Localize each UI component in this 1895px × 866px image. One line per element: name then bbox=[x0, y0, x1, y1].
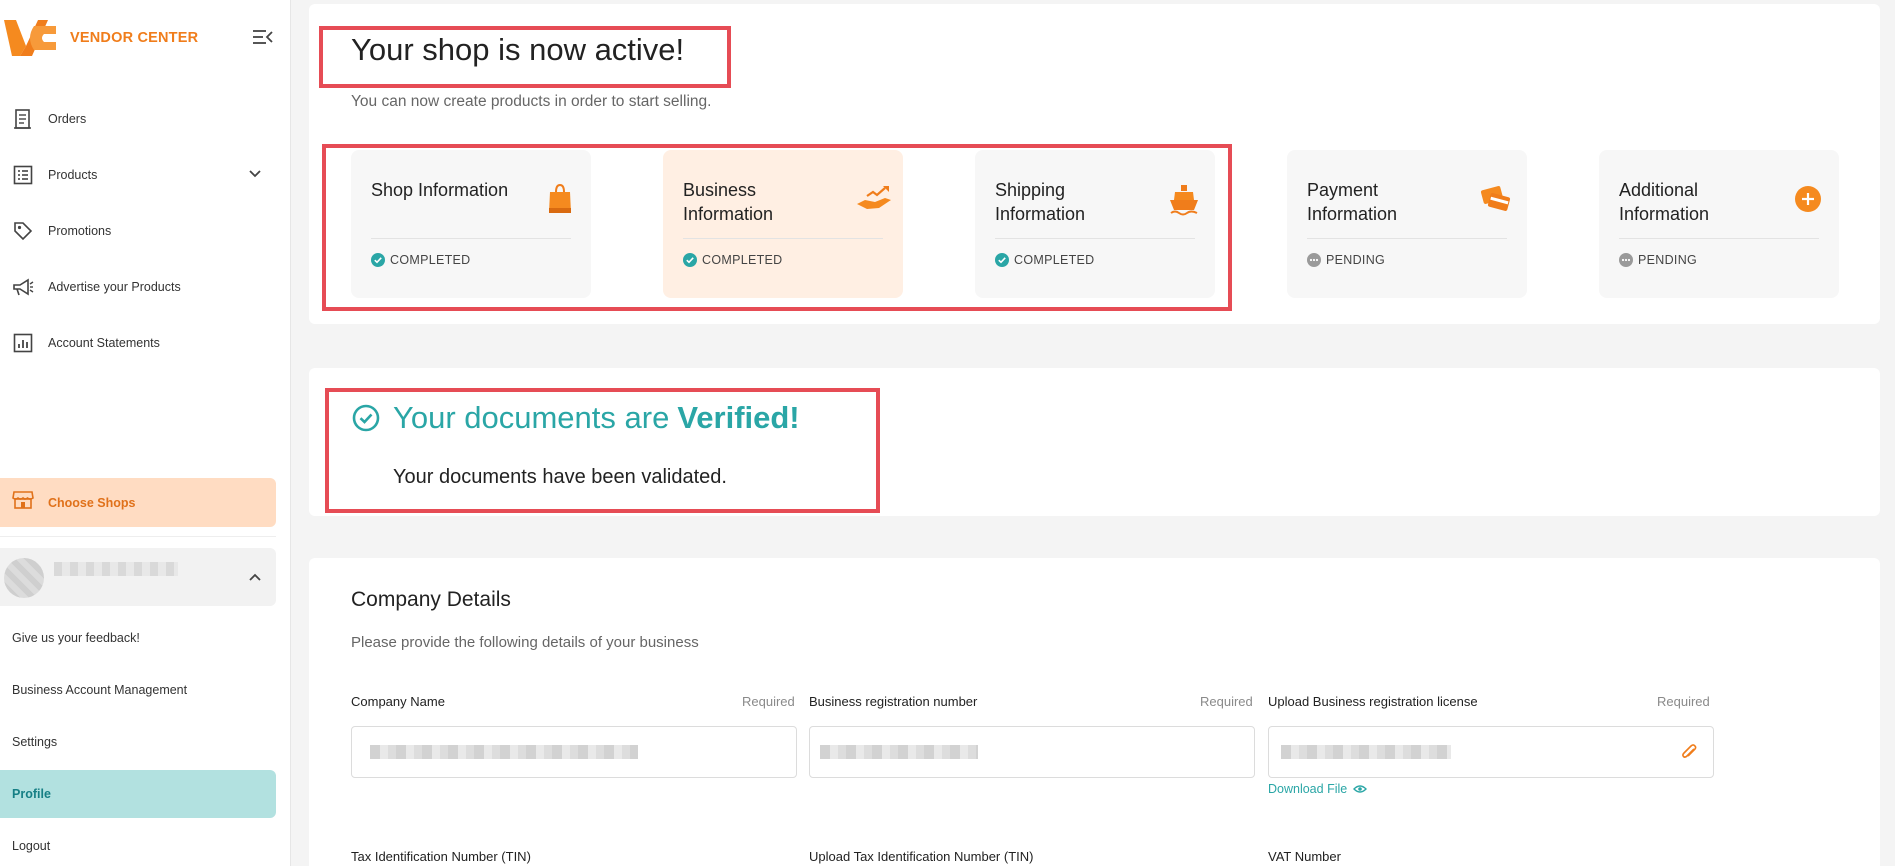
chevron-up-icon[interactable] bbox=[248, 570, 262, 584]
status-text: PENDING bbox=[1326, 253, 1386, 267]
status-badge: COMPLETED bbox=[683, 253, 783, 267]
tag-icon bbox=[12, 220, 34, 242]
card-shop-information[interactable]: Shop Information COMPLETED bbox=[351, 150, 591, 298]
account-switcher[interactable] bbox=[0, 548, 276, 606]
sidebar-item-label: Account Statements bbox=[48, 336, 160, 350]
sidebar-item-label: Promotions bbox=[48, 224, 112, 238]
required-label: Required bbox=[1657, 694, 1710, 709]
sidebar-item-promotions[interactable]: Promotions bbox=[0, 209, 291, 253]
sidebar-item-account-statements[interactable]: Account Statements bbox=[0, 321, 291, 365]
paperclip-icon[interactable] bbox=[1679, 743, 1699, 763]
chevron-down-icon[interactable] bbox=[248, 167, 262, 181]
choose-shops-label: Choose Shops bbox=[48, 495, 136, 510]
sidebar-item-advertise[interactable]: Advertise your Products bbox=[0, 265, 291, 309]
page-subtitle: You can now create products in order to … bbox=[351, 93, 712, 110]
card-divider bbox=[995, 238, 1195, 239]
status-badge: COMPLETED bbox=[371, 253, 471, 267]
required-label: Required bbox=[742, 694, 795, 709]
card-divider bbox=[371, 238, 571, 239]
card-title: Shipping Information bbox=[995, 180, 1086, 224]
account-name-redacted bbox=[54, 562, 178, 576]
page-title: Your shop is now active! bbox=[351, 32, 685, 67]
statement-icon bbox=[12, 332, 34, 354]
brand[interactable]: VENDOR CENTER bbox=[4, 18, 198, 58]
store-icon bbox=[12, 490, 34, 515]
logout-link[interactable]: Logout bbox=[0, 822, 276, 866]
card-business-information[interactable]: Business Information COMPLETED bbox=[663, 150, 903, 298]
check-circle-outline-icon bbox=[352, 404, 380, 432]
redacted-value bbox=[820, 745, 978, 759]
avatar bbox=[4, 558, 44, 598]
verification-subtitle: Your documents have been validated. bbox=[393, 466, 727, 488]
status-text: PENDING bbox=[1638, 253, 1698, 267]
card-title: Business Information bbox=[683, 180, 774, 224]
eye-icon bbox=[1353, 785, 1368, 793]
plus-circle-icon[interactable] bbox=[1791, 182, 1825, 216]
business-registration-number-label: Business registration number bbox=[809, 694, 978, 709]
business-account-management-link[interactable]: Business Account Management bbox=[0, 666, 276, 714]
pending-circle-icon bbox=[1619, 253, 1633, 267]
verification-title-prefix: Your documents are bbox=[393, 400, 670, 435]
sidebar: VENDOR CENTER Orders Products Promotions… bbox=[0, 0, 291, 866]
profile-link[interactable]: Profile bbox=[0, 770, 276, 818]
card-divider bbox=[683, 238, 883, 239]
card-title: Additional Information bbox=[1619, 180, 1710, 224]
vendor-center-logo-icon bbox=[4, 20, 56, 56]
check-circle-icon bbox=[371, 253, 385, 267]
check-circle-icon bbox=[995, 253, 1009, 267]
check-circle-icon bbox=[683, 253, 697, 267]
settings-link[interactable]: Settings bbox=[0, 718, 276, 766]
status-text: COMPLETED bbox=[1014, 253, 1095, 267]
verification-title: Your documents are Verified! bbox=[351, 400, 800, 436]
status-text: COMPLETED bbox=[702, 253, 783, 267]
list-icon bbox=[12, 164, 34, 186]
business-registration-number-input[interactable] bbox=[809, 726, 1255, 778]
company-details-panel bbox=[309, 558, 1880, 866]
status-text: COMPLETED bbox=[390, 253, 471, 267]
card-additional-information[interactable]: Additional Information PENDING bbox=[1599, 150, 1839, 298]
sidebar-item-label: Advertise your Products bbox=[48, 280, 181, 294]
company-name-label: Company Name bbox=[351, 694, 445, 709]
company-name-input[interactable] bbox=[351, 726, 797, 778]
brand-name: VENDOR CENTER bbox=[70, 30, 199, 46]
section-subtitle: Please provide the following details of … bbox=[351, 634, 699, 651]
redacted-value bbox=[370, 745, 638, 759]
handshake-icon bbox=[857, 186, 891, 209]
card-divider bbox=[1307, 238, 1507, 239]
sidebar-item-label: Products bbox=[48, 168, 98, 182]
registration-license-upload[interactable] bbox=[1268, 726, 1714, 778]
required-label: Required bbox=[1200, 694, 1253, 709]
sidebar-item-label: Orders bbox=[48, 112, 87, 126]
sidebar-item-orders[interactable]: Orders bbox=[0, 97, 291, 141]
payment-cards-icon bbox=[1480, 186, 1511, 211]
registration-license-label: Upload Business registration license bbox=[1268, 694, 1478, 709]
shopping-bag-icon bbox=[549, 183, 571, 213]
sidebar-item-products[interactable]: Products bbox=[0, 153, 291, 197]
sidebar-divider bbox=[0, 536, 276, 537]
card-payment-information[interactable]: Payment Information PENDING bbox=[1287, 150, 1527, 298]
tin-upload-label: Upload Tax Identification Number (TIN) bbox=[809, 849, 1034, 864]
verification-title-strong: Verified! bbox=[677, 400, 800, 435]
card-shipping-information[interactable]: Shipping Information COMPLETED bbox=[975, 150, 1215, 298]
status-badge: PENDING bbox=[1307, 253, 1385, 267]
receipt-icon bbox=[12, 108, 34, 130]
card-divider bbox=[1619, 238, 1819, 239]
section-title: Company Details bbox=[351, 588, 511, 611]
redacted-value bbox=[1281, 745, 1451, 759]
ship-icon bbox=[1170, 185, 1198, 216]
download-file-label: Download File bbox=[1268, 782, 1348, 796]
choose-shops-button[interactable]: Choose Shops bbox=[0, 478, 276, 527]
download-file-link[interactable]: Download File bbox=[1268, 782, 1368, 796]
status-badge: COMPLETED bbox=[995, 253, 1095, 267]
card-title: Payment Information bbox=[1307, 180, 1398, 224]
status-badge: PENDING bbox=[1619, 253, 1697, 267]
vat-number-label: VAT Number bbox=[1268, 849, 1341, 864]
card-title: Shop Information bbox=[371, 180, 509, 200]
megaphone-icon bbox=[12, 276, 34, 298]
feedback-link[interactable]: Give us your feedback! bbox=[0, 614, 276, 662]
tin-label: Tax Identification Number (TIN) bbox=[351, 849, 531, 864]
collapse-sidebar-icon[interactable] bbox=[252, 28, 274, 46]
pending-circle-icon bbox=[1307, 253, 1321, 267]
